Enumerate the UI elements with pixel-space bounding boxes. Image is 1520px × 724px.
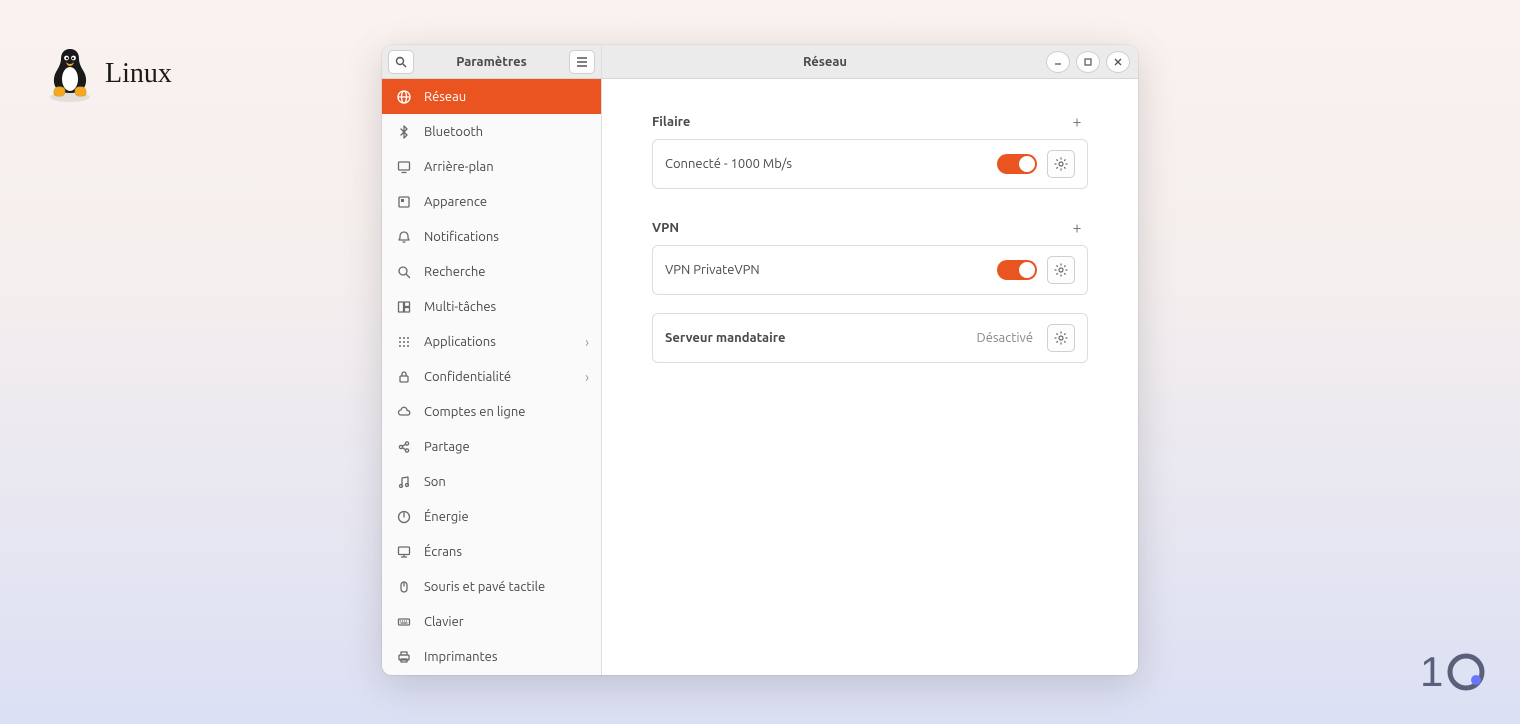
sidebar-item-cloud[interactable]: Comptes en ligne: [382, 394, 601, 429]
sidebar-item-label: Imprimantes: [424, 650, 497, 664]
chevron-right-icon: ›: [585, 369, 589, 385]
sidebar-item-search[interactable]: Recherche: [382, 254, 601, 289]
sidebar-item-label: Apparence: [424, 195, 487, 209]
close-icon: [1113, 57, 1123, 67]
bell-icon: [396, 229, 412, 245]
search-icon: [395, 56, 407, 68]
keyboard-icon: [396, 614, 412, 630]
tux-icon: [45, 45, 95, 103]
sidebar: Paramètres Réseau Bluetooth Arrière-plan Ap…: [382, 45, 602, 675]
vpn-section-header: VPN +: [652, 207, 1088, 245]
sidebar-item-bluetooth[interactable]: Bluetooth: [382, 114, 601, 149]
monitor-icon: [396, 544, 412, 560]
display-icon: [396, 159, 412, 175]
sidebar-item-label: Multi-tâches: [424, 300, 496, 314]
linux-label: Linux: [105, 58, 172, 90]
sidebar-item-label: Souris et pavé tactile: [424, 580, 545, 594]
sidebar-item-music[interactable]: Son: [382, 464, 601, 499]
proxy-settings-button[interactable]: [1047, 324, 1075, 352]
minimize-button[interactable]: [1046, 51, 1070, 73]
maximize-button[interactable]: [1076, 51, 1100, 73]
wired-toggle[interactable]: [997, 154, 1037, 174]
proxy-status: Désactivé: [977, 331, 1033, 345]
sidebar-item-printer[interactable]: Imprimantes: [382, 639, 601, 674]
sidebar-item-label: Recherche: [424, 265, 485, 279]
search-button[interactable]: [388, 50, 414, 74]
power-icon: [396, 509, 412, 525]
sidebar-item-label: Notifications: [424, 230, 499, 244]
sidebar-item-label: Clavier: [424, 615, 464, 629]
sidebar-item-label: Partage: [424, 440, 470, 454]
proxy-row: Serveur mandataire Désactivé: [652, 313, 1088, 363]
vpn-label: VPN PrivateVPN: [665, 263, 987, 277]
cloud-icon: [396, 404, 412, 420]
sidebar-title: Paramètres: [420, 55, 563, 69]
music-icon: [396, 474, 412, 490]
search-icon: [396, 264, 412, 280]
sidebar-item-grid[interactable]: Applications ›: [382, 324, 601, 359]
main-title: Réseau: [610, 55, 1040, 69]
proxy-label: Serveur mandataire: [665, 331, 967, 345]
wired-section-title: Filaire: [652, 115, 690, 129]
minimize-icon: [1053, 57, 1063, 67]
main-pane: Réseau Filaire + Connecté - 1000 Mb/s: [602, 45, 1138, 675]
sidebar-item-globe[interactable]: Réseau: [382, 79, 601, 114]
sidebar-item-bell[interactable]: Notifications: [382, 219, 601, 254]
sidebar-item-mouse[interactable]: Souris et pavé tactile: [382, 569, 601, 604]
vpn-settings-button[interactable]: [1047, 256, 1075, 284]
sidebar-list: Réseau Bluetooth Arrière-plan Apparence Noti…: [382, 79, 601, 675]
gear-icon: [1054, 263, 1068, 277]
sidebar-item-label: Écrans: [424, 545, 462, 559]
sidebar-item-display[interactable]: Arrière-plan: [382, 149, 601, 184]
mouse-icon: [396, 579, 412, 595]
sidebar-item-lock[interactable]: Confidentialité ›: [382, 359, 601, 394]
sidebar-item-label: Son: [424, 475, 446, 489]
watermark-10: 1: [1420, 650, 1490, 694]
vpn-section-title: VPN: [652, 221, 679, 235]
wired-connection-row: Connecté - 1000 Mb/s: [652, 139, 1088, 189]
bluetooth-icon: [396, 124, 412, 140]
sidebar-item-label: Bluetooth: [424, 125, 483, 139]
sidebar-item-share[interactable]: Partage: [382, 429, 601, 464]
hamburger-icon: [576, 57, 588, 67]
hamburger-button[interactable]: [569, 50, 595, 74]
globe-icon: [396, 89, 412, 105]
content-area: Filaire + Connecté - 1000 Mb/s VPN + VPN…: [602, 79, 1138, 675]
settings-window: Paramètres Réseau Bluetooth Arrière-plan Ap…: [382, 45, 1138, 675]
gear-icon: [1054, 157, 1068, 171]
share-icon: [396, 439, 412, 455]
multitask-icon: [396, 299, 412, 315]
sidebar-item-keyboard[interactable]: Clavier: [382, 604, 601, 639]
sidebar-item-label: Réseau: [424, 90, 466, 104]
sidebar-item-multitask[interactable]: Multi-tâches: [382, 289, 601, 324]
appearance-icon: [396, 194, 412, 210]
sidebar-item-label: Arrière-plan: [424, 160, 494, 174]
sidebar-item-appearance[interactable]: Apparence: [382, 184, 601, 219]
main-header: Réseau: [602, 45, 1138, 79]
vpn-toggle[interactable]: [997, 260, 1037, 280]
sidebar-item-label: Comptes en ligne: [424, 405, 525, 419]
chevron-right-icon: ›: [585, 334, 589, 350]
sidebar-item-label: Énergie: [424, 510, 469, 524]
close-button[interactable]: [1106, 51, 1130, 73]
vpn-connection-row: VPN PrivateVPN: [652, 245, 1088, 295]
sidebar-item-label: Confidentialité: [424, 370, 511, 384]
grid-icon: [396, 334, 412, 350]
wired-settings-button[interactable]: [1047, 150, 1075, 178]
sidebar-item-power[interactable]: Énergie: [382, 499, 601, 534]
add-vpn-button[interactable]: +: [1066, 217, 1088, 239]
gear-icon: [1054, 331, 1068, 345]
printer-icon: [396, 649, 412, 665]
sidebar-item-label: Applications: [424, 335, 496, 349]
add-wired-button[interactable]: +: [1066, 111, 1088, 133]
maximize-icon: [1083, 57, 1093, 67]
wired-section-header: Filaire +: [652, 101, 1088, 139]
lock-icon: [396, 369, 412, 385]
wired-status-label: Connecté - 1000 Mb/s: [665, 157, 987, 171]
svg-text:1: 1: [1420, 650, 1443, 694]
sidebar-item-monitor[interactable]: Écrans: [382, 534, 601, 569]
sidebar-header: Paramètres: [382, 45, 601, 79]
linux-brand: Linux: [45, 45, 172, 103]
